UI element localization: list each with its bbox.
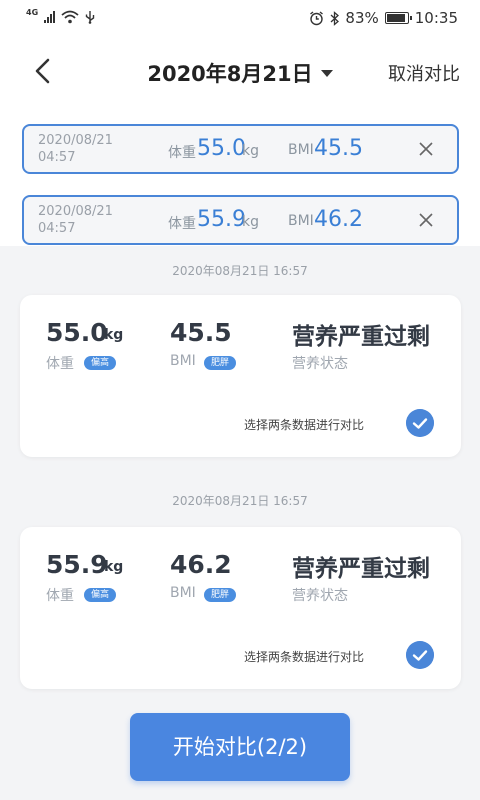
compare-panel: 2020/08/21 04:57 体重 55.0 kg BMI 45.5 202… — [0, 104, 480, 246]
bmi-label: BMI — [170, 353, 196, 369]
cell-signal-icon — [44, 11, 56, 23]
selected-check-icon[interactable] — [406, 409, 434, 437]
nutrition-status-label: 营养状态 — [292, 588, 348, 604]
status-bar: 4G 83% 10:35 — [0, 0, 480, 40]
compare-item-datetime: 2020/08/21 04:57 — [38, 203, 113, 237]
bmi-status-badge: 肥胖 — [204, 356, 237, 370]
alarm-icon — [310, 10, 324, 25]
bmi-status-badge: 肥胖 — [204, 588, 237, 602]
weight-label: 体重 — [46, 588, 74, 604]
select-hint: 选择两条数据进行对比 — [244, 650, 365, 664]
bmi-label: BMI — [170, 585, 196, 601]
record-timestamp: 2020年08月21日 16:57 — [172, 264, 308, 278]
weight-unit: kg — [242, 143, 259, 159]
battery-icon — [384, 12, 412, 24]
weight-label: 体重 — [168, 216, 196, 232]
weight-value: 55.9 — [46, 550, 108, 579]
record-card[interactable]: 55.0 kg 体重 偏高 45.5 BMI 肥胖 营养严重过剩 营养状态 选择… — [20, 295, 461, 457]
chevron-down-icon — [320, 69, 333, 77]
bmi-value: 45.5 — [170, 318, 232, 347]
compare-item: 2020/08/21 04:57 体重 55.9 kg BMI 46.2 — [22, 195, 459, 245]
weight-value: 55.0 — [197, 136, 246, 161]
wifi-icon — [61, 10, 79, 24]
record-timestamp: 2020年08月21日 16:57 — [172, 494, 308, 508]
start-compare-button[interactable]: 开始对比(2/2) — [130, 713, 350, 781]
cancel-compare-button[interactable]: 取消对比 — [388, 60, 460, 86]
weight-unit: kg — [104, 559, 124, 575]
bmi-value: 46.2 — [314, 207, 363, 232]
bluetooth-icon — [330, 10, 340, 26]
clock: 10:35 — [414, 9, 458, 27]
bmi-value: 45.5 — [314, 136, 363, 161]
record-card[interactable]: 55.9 kg 体重 偏高 46.2 BMI 肥胖 营养严重过剩 营养状态 选择… — [20, 527, 461, 689]
weight-unit: kg — [242, 214, 259, 230]
weight-status-badge: 偏高 — [84, 588, 117, 602]
nav-bar: 2020年8月21日 取消对比 — [0, 40, 480, 104]
nutrition-status-value: 营养严重过剩 — [292, 324, 430, 350]
selected-check-icon[interactable] — [406, 641, 434, 669]
compare-item-time: 04:57 — [38, 150, 76, 165]
remove-compare-close-icon[interactable] — [418, 141, 434, 157]
date-title: 2020年8月21日 — [147, 62, 313, 86]
network-type: 4G — [26, 8, 39, 17]
weight-value: 55.0 — [46, 318, 108, 347]
usb-icon — [85, 11, 95, 24]
select-hint: 选择两条数据进行对比 — [244, 418, 365, 432]
remove-compare-close-icon[interactable] — [418, 212, 434, 228]
status-right: 83% 10:35 — [309, 9, 458, 27]
weight-value: 55.9 — [197, 207, 246, 232]
battery-level — [386, 14, 406, 22]
status-left: 4G — [26, 8, 95, 24]
bmi-value: 46.2 — [170, 550, 232, 579]
bmi-label: BMI — [288, 213, 314, 229]
weight-label: 体重 — [46, 356, 74, 372]
compare-item-datetime: 2020/08/21 04:57 — [38, 132, 113, 166]
compare-item: 2020/08/21 04:57 体重 55.0 kg BMI 45.5 — [22, 124, 459, 174]
weight-label: 体重 — [168, 145, 196, 161]
weight-status-badge: 偏高 — [84, 356, 117, 370]
bmi-label: BMI — [288, 142, 314, 158]
nutrition-status-label: 营养状态 — [292, 356, 348, 372]
compare-item-time: 04:57 — [38, 221, 76, 236]
battery-percent: 83% — [345, 9, 379, 27]
compare-item-date: 2020/08/21 — [38, 204, 113, 219]
weight-unit: kg — [104, 327, 124, 343]
nutrition-status-value: 营养严重过剩 — [292, 556, 430, 582]
compare-item-date: 2020/08/21 — [38, 133, 113, 148]
